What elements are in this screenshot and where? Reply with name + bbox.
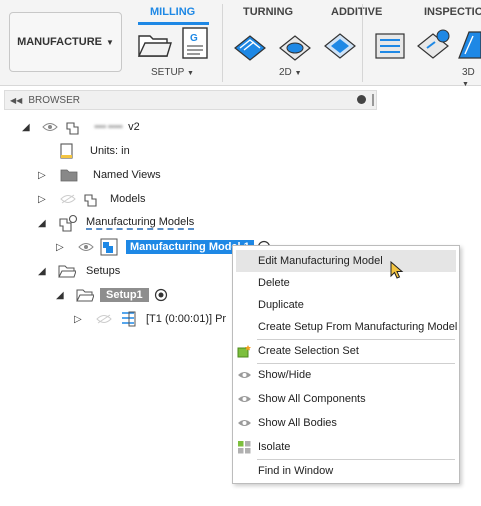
mouse-cursor-icon <box>390 261 404 279</box>
eye-icon <box>238 372 251 378</box>
eye-icon <box>238 396 251 402</box>
operation-label: [T1 (0:00:01)] Pr <box>146 313 227 325</box>
manufacturing-models-icon <box>59 214 78 232</box>
setup1-label: Setup1 <box>100 288 149 302</box>
setup-group-label[interactable]: SETUP ▼ <box>151 67 194 78</box>
models-label: Models <box>110 193 146 205</box>
tab-milling[interactable]: MILLING <box>150 6 195 18</box>
expand-triangle-icon[interactable]: ▷ <box>38 170 50 181</box>
browser-options-icon[interactable] <box>357 95 366 104</box>
menu-item-show-all-bodies[interactable]: Show All Bodies <box>233 412 461 434</box>
eye-icon[interactable] <box>78 242 94 252</box>
units-label: Units: in <box>90 145 130 157</box>
root-version: v2 <box>128 121 140 133</box>
menu-item-show-all-components[interactable]: Show All Components <box>233 388 461 410</box>
expand-triangle-icon[interactable]: ◢ <box>56 290 68 301</box>
context-menu: Edit Manufacturing Model Delete Duplicat… <box>232 245 460 484</box>
expand-triangle-icon[interactable]: ▷ <box>38 194 50 205</box>
tree-row-setup1[interactable]: ◢ Setup1 <box>56 285 168 305</box>
tab-turning[interactable]: TURNING <box>243 6 293 18</box>
divider <box>222 4 223 82</box>
toolbar: MANUFACTURE ▼ MILLING TURNING ADDITIVE I… <box>0 0 481 89</box>
component-icon <box>66 122 79 135</box>
tree-row-root[interactable]: ◢ ▪▪▪▪ ▪▪▪▪▪ v2 <box>22 117 140 137</box>
2d-group-label[interactable]: 2D ▼ <box>279 67 302 78</box>
expand-triangle-icon[interactable]: ◢ <box>38 218 50 229</box>
manufacturing-models-label: Manufacturing Models <box>86 216 195 230</box>
toolpath-icon <box>122 311 136 327</box>
3d-contour-icon[interactable] <box>457 28 481 62</box>
tab-inspection[interactable]: INSPECTION <box>424 6 481 18</box>
root-name: ▪▪▪▪ ▪▪▪▪▪ <box>94 121 123 133</box>
menu-item-delete[interactable]: Delete <box>233 272 461 294</box>
menu-item-create-setup[interactable]: Create Setup From Manufacturing Model <box>233 316 461 338</box>
resize-handle[interactable] <box>372 94 374 106</box>
active-radio-icon[interactable] <box>154 288 168 302</box>
tree-row-models[interactable]: ▷ Models <box>38 189 145 209</box>
new-folder-icon[interactable] <box>136 28 172 60</box>
tree-row-setups[interactable]: ◢ Setups <box>38 261 120 281</box>
chevron-down-icon: ▼ <box>106 37 114 47</box>
tree-row-units[interactable]: Units: in <box>60 141 130 161</box>
3d-adaptive-icon[interactable] <box>372 28 408 62</box>
eye-icon <box>238 420 251 426</box>
tab-additive[interactable]: ADDITIVE <box>331 6 382 18</box>
named-views-label: Named Views <box>93 169 161 181</box>
3d-group-label[interactable]: 3D ▼ <box>462 67 481 89</box>
eye-hidden-icon[interactable] <box>96 314 112 324</box>
divider <box>362 4 363 82</box>
menu-item-isolate[interactable]: Isolate <box>233 436 461 458</box>
tree-row-operation[interactable]: ▷ [T1 (0:00:01)] Pr <box>74 309 226 329</box>
collapse-browser-icon[interactable]: ◀◀ <box>10 96 22 105</box>
isolate-icon <box>238 441 251 454</box>
svg-text:G: G <box>190 33 198 44</box>
folder-open-icon <box>58 265 76 278</box>
active-tab-indicator <box>138 22 209 25</box>
expand-triangle-icon[interactable]: ◢ <box>22 122 34 133</box>
face-icon[interactable] <box>322 28 358 62</box>
manufacturing-model-icon <box>100 238 118 256</box>
nc-program-icon[interactable]: G <box>180 26 210 60</box>
workspace-label: MANUFACTURE <box>17 36 103 48</box>
2d-adaptive-icon[interactable] <box>232 28 268 62</box>
eye-icon[interactable] <box>42 122 58 132</box>
setups-label: Setups <box>86 265 121 277</box>
menu-item-create-selection-set[interactable]: Create Selection Set <box>233 340 461 362</box>
expand-triangle-icon[interactable]: ◢ <box>38 266 50 277</box>
menu-item-edit-manufacturing-model[interactable]: Edit Manufacturing Model <box>236 250 456 272</box>
2d-pocket-icon[interactable] <box>277 28 313 62</box>
tree-row-named-views[interactable]: ▷ Named Views <box>38 165 161 185</box>
expand-triangle-icon[interactable]: ▷ <box>56 242 68 253</box>
selection-set-icon <box>237 345 251 358</box>
menu-item-show-hide[interactable]: Show/Hide <box>233 364 461 386</box>
menu-item-find-in-window[interactable]: Find in Window <box>233 460 461 482</box>
workspace-switcher-button[interactable]: MANUFACTURE ▼ <box>9 12 122 72</box>
component-icon <box>84 194 97 207</box>
menu-item-duplicate[interactable]: Duplicate <box>233 294 461 316</box>
browser-title: BROWSER <box>28 94 80 106</box>
browser-header: ◀◀ BROWSER <box>4 90 377 110</box>
eye-hidden-icon[interactable] <box>60 194 76 204</box>
setup-folder-icon <box>76 289 94 302</box>
document-icon <box>60 143 73 159</box>
3d-pocket-icon[interactable] <box>415 26 451 62</box>
tree-row-manufacturing-models[interactable]: ◢ Manufacturing Models <box>38 213 195 233</box>
folder-icon <box>60 169 78 182</box>
expand-triangle-icon[interactable]: ▷ <box>74 314 86 325</box>
